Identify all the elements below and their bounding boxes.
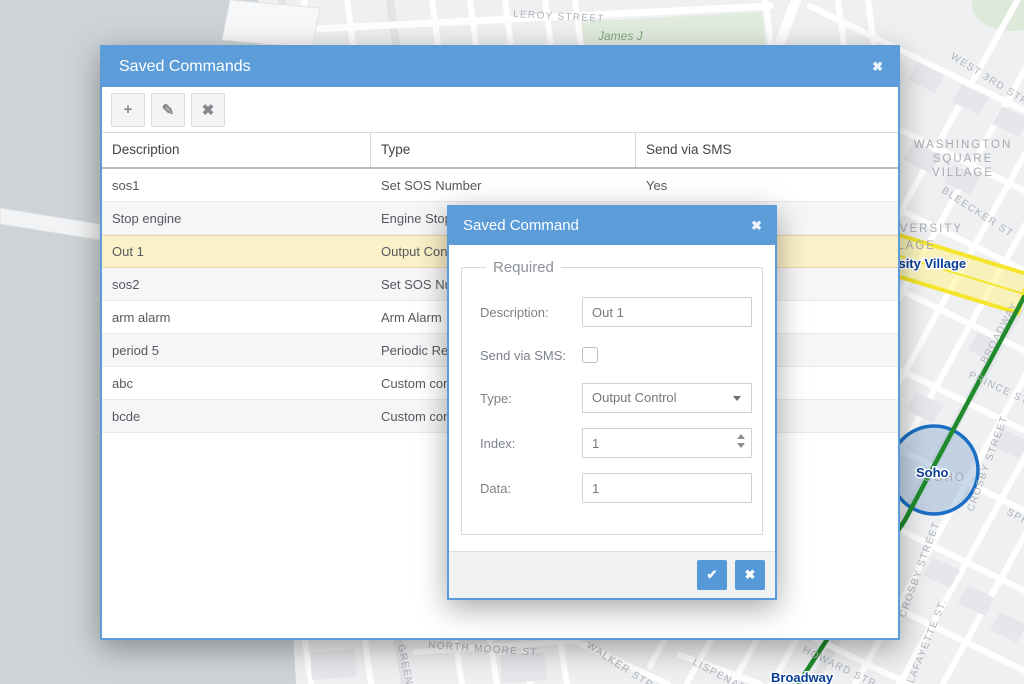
map-label-zone-broadway: Broadway: [771, 670, 834, 684]
app-stage: LEROY STREETJames JWEST 3RD STRWASHINGTO…: [0, 0, 1024, 684]
dialog-title: Saved Command: [449, 207, 775, 245]
sms-checkbox[interactable]: [582, 347, 598, 363]
save-button[interactable]: ✔: [697, 560, 727, 590]
description-cell: Out 1: [102, 235, 371, 267]
description-cell: abc: [102, 367, 371, 399]
description-row: Description:: [480, 297, 762, 327]
index-field[interactable]: [582, 428, 752, 458]
edit-dialog-footer: ✔ ✖: [449, 551, 775, 598]
type-select[interactable]: Output Control: [582, 383, 752, 413]
table-row[interactable]: sos1Set SOS NumberYes: [102, 169, 898, 202]
saved-command-header: Saved Command ✖: [449, 207, 775, 245]
plus-icon: +: [124, 101, 133, 118]
data-field[interactable]: [582, 473, 752, 503]
delete-icon: ✖: [202, 101, 215, 119]
spinner-down-icon[interactable]: [737, 443, 745, 448]
close-icon[interactable]: ✖: [751, 207, 762, 245]
data-label: Data:: [480, 481, 582, 496]
spinner-up-icon[interactable]: [737, 434, 745, 439]
close-icon[interactable]: ✖: [872, 47, 883, 87]
description-cell: sos1: [102, 169, 371, 201]
index-row: Index:: [480, 428, 762, 458]
description-cell: period 5: [102, 334, 371, 366]
description-cell: Stop engine: [102, 202, 371, 234]
index-label: Index:: [480, 436, 582, 451]
map-label-village: VILLAGE: [932, 167, 994, 179]
edit-command-button[interactable]: ✎: [151, 93, 185, 127]
map-label-zone-soho: Soho: [916, 465, 949, 480]
data-row: Data:: [480, 473, 762, 503]
edit-form: Required Description: Send via SMS: Type…: [449, 247, 775, 552]
fieldset-legend: Required: [486, 259, 561, 276]
pencil-icon: ✎: [162, 101, 175, 119]
saved-commands-header: Saved Commands ✖: [102, 47, 898, 87]
commands-toolbar: + ✎ ✖: [102, 87, 898, 133]
index-spinner[interactable]: [737, 434, 745, 448]
dialog-title: Saved Commands: [102, 47, 898, 87]
description-cell: bcde: [102, 400, 371, 432]
saved-command-dialog: Saved Command ✖ Required Description: Se…: [447, 205, 777, 600]
description-cell: sos2: [102, 268, 371, 300]
map-label-washington: WASHINGTON: [914, 139, 1013, 151]
description-label: Description:: [480, 305, 582, 320]
map-label-square: SQUARE: [933, 153, 994, 165]
remove-command-button[interactable]: ✖: [191, 93, 225, 127]
column-header-type[interactable]: Type: [371, 133, 636, 167]
chevron-down-icon: [733, 396, 741, 401]
check-icon: ✔: [707, 567, 718, 583]
type-label: Type:: [480, 391, 582, 406]
sms-row: Send via SMS:: [480, 346, 762, 364]
add-command-button[interactable]: +: [111, 93, 145, 127]
sms-label: Send via SMS:: [480, 348, 582, 363]
required-fieldset: Required Description: Send via SMS: Type…: [461, 259, 763, 535]
column-header-description[interactable]: Description: [102, 133, 371, 167]
type-select-value: Output Control: [583, 384, 751, 412]
sms-cell: Yes: [636, 169, 898, 201]
type-cell: Set SOS Number: [371, 169, 636, 201]
map-label-james-j-park: James J: [597, 29, 644, 43]
table-header: Description Type Send via SMS: [102, 133, 898, 169]
description-cell: arm alarm: [102, 301, 371, 333]
column-header-sms[interactable]: Send via SMS: [636, 133, 898, 167]
cancel-button[interactable]: ✖: [735, 560, 765, 590]
type-row: Type: Output Control: [480, 383, 762, 413]
close-icon: ✖: [745, 567, 756, 583]
description-field[interactable]: [582, 297, 752, 327]
